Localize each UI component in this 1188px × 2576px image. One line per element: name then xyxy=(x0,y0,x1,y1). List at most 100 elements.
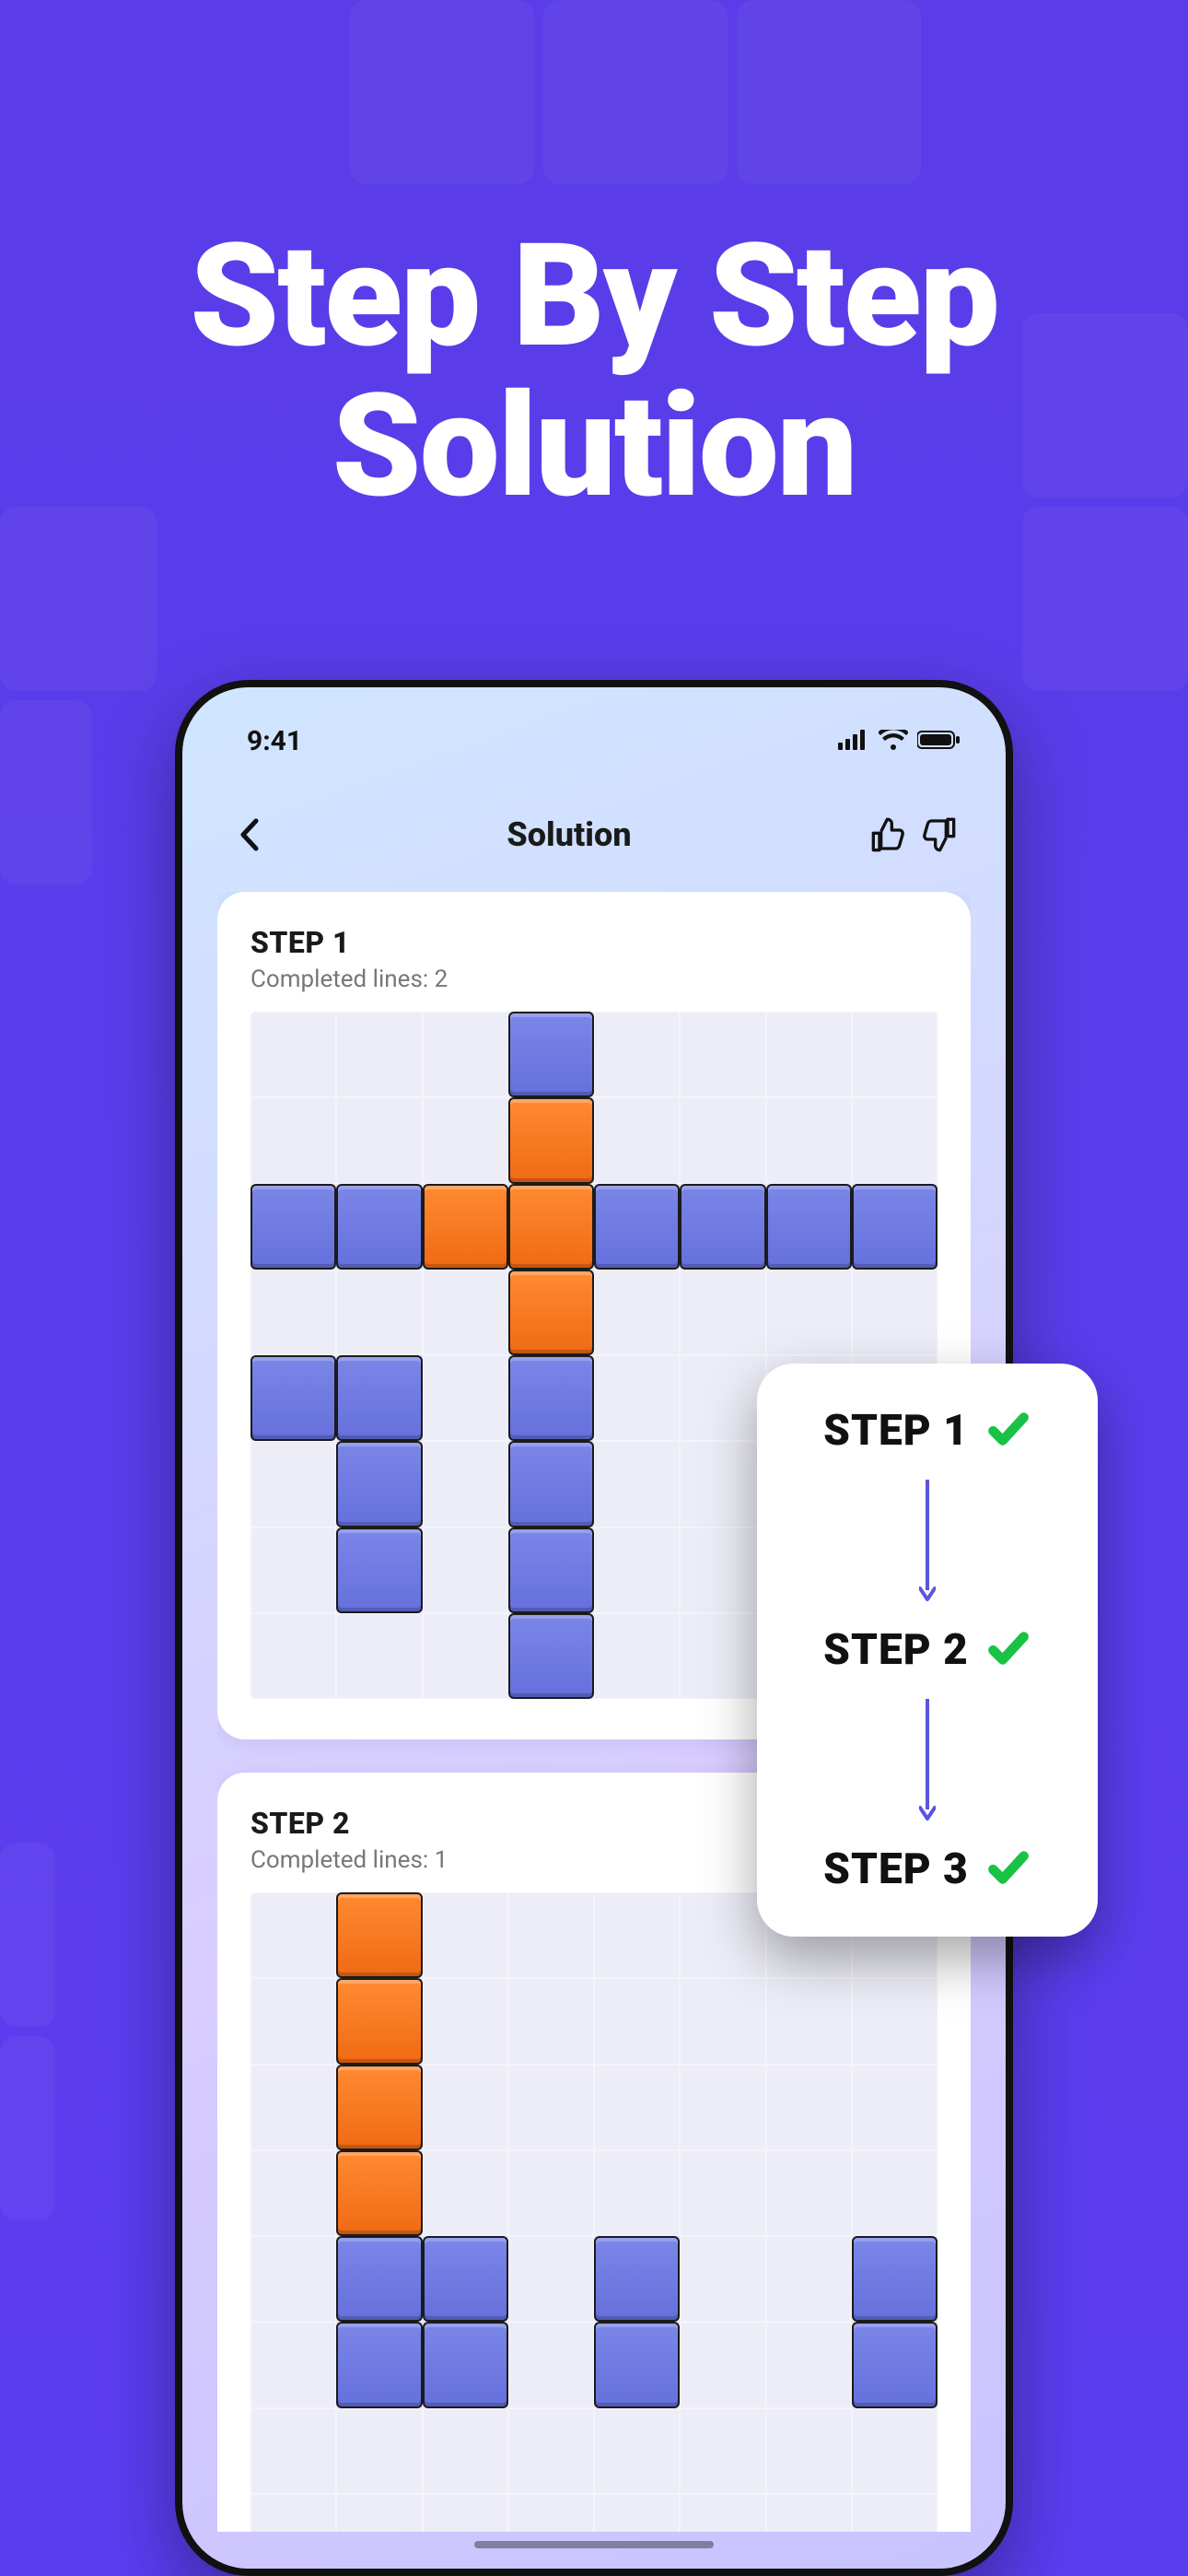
bg-tile xyxy=(0,2036,55,2220)
block-blue xyxy=(508,1613,594,1699)
bg-tile xyxy=(350,0,534,184)
empty-cell xyxy=(680,2150,765,2236)
empty-cell xyxy=(250,1270,336,1355)
wifi-icon xyxy=(879,725,908,757)
empty-cell xyxy=(423,1528,508,1613)
popup-step-label: STEP 2 xyxy=(823,1625,969,1675)
empty-cell xyxy=(250,1613,336,1699)
empty-cell xyxy=(423,1270,508,1355)
block-blue xyxy=(508,1528,594,1613)
empty-cell xyxy=(508,1978,594,2064)
block-blue xyxy=(852,2236,938,2322)
chevron-left-icon xyxy=(238,817,262,852)
empty-cell xyxy=(250,1892,336,1978)
empty-cell xyxy=(508,2065,594,2150)
empty-cell xyxy=(766,1097,852,1183)
empty-cell xyxy=(766,2408,852,2494)
thumbs-up-button[interactable] xyxy=(864,810,914,860)
block-orange xyxy=(423,1184,508,1270)
block-orange xyxy=(336,2065,422,2150)
empty-cell xyxy=(594,2408,680,2494)
empty-cell xyxy=(680,1012,765,1097)
empty-cell xyxy=(766,2236,852,2322)
empty-cell xyxy=(594,1441,680,1527)
cellular-icon xyxy=(838,725,869,757)
empty-cell xyxy=(250,2236,336,2322)
block-blue xyxy=(594,2236,680,2322)
empty-cell xyxy=(680,1441,765,1527)
block-blue xyxy=(336,1355,422,1441)
bg-tile xyxy=(737,0,921,184)
empty-cell xyxy=(594,1012,680,1097)
empty-cell xyxy=(594,1270,680,1355)
block-blue xyxy=(766,1184,852,1270)
empty-cell xyxy=(852,1978,938,2064)
thumbs-down-button[interactable] xyxy=(914,810,963,860)
empty-cell xyxy=(508,1892,594,1978)
status-time: 9:41 xyxy=(247,725,302,757)
block-blue xyxy=(852,1184,938,1270)
block-blue xyxy=(250,1184,336,1270)
empty-cell xyxy=(336,1097,422,1183)
hero-title: Step By Step Solution xyxy=(0,221,1188,521)
empty-cell xyxy=(594,2494,680,2532)
block-blue xyxy=(852,2322,938,2407)
arrow-down-icon xyxy=(790,1456,1065,1625)
hero-title-line1: Step By Step xyxy=(0,221,1188,371)
block-blue xyxy=(423,2322,508,2407)
popup-step-label: STEP 1 xyxy=(823,1406,969,1456)
popup-step-row: STEP 2 xyxy=(790,1625,1065,1675)
bg-tile xyxy=(0,700,92,884)
empty-cell xyxy=(423,1978,508,2064)
home-indicator xyxy=(474,2541,714,2548)
empty-cell xyxy=(680,2065,765,2150)
block-orange xyxy=(336,2150,422,2236)
block-blue xyxy=(336,2236,422,2322)
block-orange xyxy=(508,1184,594,1270)
check-icon xyxy=(985,1406,1031,1456)
empty-cell xyxy=(250,1012,336,1097)
empty-cell xyxy=(250,1978,336,2064)
empty-cell xyxy=(766,1270,852,1355)
empty-cell xyxy=(423,2408,508,2494)
block-blue xyxy=(336,1184,422,1270)
empty-cell xyxy=(766,2494,852,2532)
empty-cell xyxy=(594,1528,680,1613)
empty-cell xyxy=(680,1097,765,1183)
check-icon xyxy=(985,1625,1031,1675)
bg-tile xyxy=(1022,507,1188,691)
bg-tile xyxy=(0,507,157,691)
empty-cell xyxy=(594,2150,680,2236)
empty-cell xyxy=(508,2150,594,2236)
empty-cell xyxy=(423,2065,508,2150)
empty-cell xyxy=(680,2494,765,2532)
hero-title-line2: Solution xyxy=(0,371,1188,521)
block-blue xyxy=(423,2236,508,2322)
empty-cell xyxy=(680,2322,765,2407)
empty-cell xyxy=(594,1355,680,1441)
empty-cell xyxy=(594,2065,680,2150)
step-subtitle: Completed lines: 2 xyxy=(250,966,938,993)
block-blue xyxy=(594,2322,680,2407)
empty-cell xyxy=(508,2236,594,2322)
back-button[interactable] xyxy=(225,810,274,860)
empty-cell xyxy=(250,2065,336,2150)
empty-cell xyxy=(336,1012,422,1097)
empty-cell xyxy=(423,1355,508,1441)
popup-step-row: STEP 1 xyxy=(790,1406,1065,1456)
block-orange xyxy=(508,1097,594,1183)
empty-cell xyxy=(680,1613,765,1699)
empty-cell xyxy=(766,1012,852,1097)
empty-cell xyxy=(594,1097,680,1183)
empty-cell xyxy=(250,1528,336,1613)
status-bar: 9:41 xyxy=(182,722,1006,759)
empty-cell xyxy=(766,2150,852,2236)
block-blue xyxy=(336,1441,422,1527)
empty-cell xyxy=(423,2494,508,2532)
empty-cell xyxy=(250,2150,336,2236)
empty-cell xyxy=(680,1892,765,1978)
empty-cell xyxy=(852,1097,938,1183)
block-grid xyxy=(250,1892,938,2532)
block-blue xyxy=(250,1355,336,1441)
popup-step-row: STEP 3 xyxy=(790,1844,1065,1894)
